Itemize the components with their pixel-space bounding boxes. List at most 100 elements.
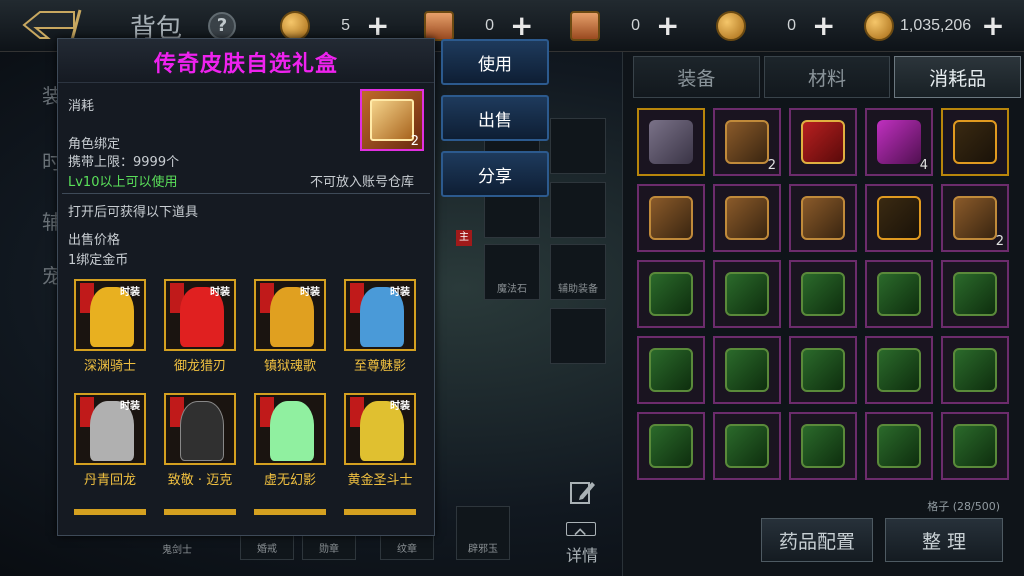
equip-slot[interactable] [550, 308, 606, 364]
currency-scroll: 0 + [424, 10, 533, 42]
inventory-slot[interactable]: 2 [713, 108, 781, 176]
reward-item[interactable]: 时装 镇狱魂歌 [252, 277, 328, 377]
reward-item[interactable]: 致敬 · 迈克 [162, 391, 238, 491]
inventory-slot[interactable] [789, 412, 857, 480]
divider [62, 193, 430, 194]
inventory-slot[interactable] [941, 412, 1009, 480]
reward-item[interactable]: 时装 丹青回龙 [72, 391, 148, 491]
tab-consumables[interactable]: 消耗品 [894, 56, 1022, 98]
inventory-slot[interactable]: 4 [865, 108, 933, 176]
inventory-slot[interactable] [713, 260, 781, 328]
hammer-icon [877, 120, 921, 164]
reward-item[interactable]: 虚无幻影 [252, 391, 328, 491]
left-tabs: 装 时 辅 宠 [0, 60, 62, 320]
skill-book-icon [725, 424, 769, 468]
reward-name: 黄金圣斗士 [347, 473, 413, 488]
inventory-slot[interactable] [865, 336, 933, 404]
reward-name: 深渊骑士 [83, 359, 136, 374]
inventory-slot[interactable] [865, 260, 933, 328]
chest-icon [801, 196, 845, 240]
inventory-slot[interactable] [637, 412, 705, 480]
currency-coin: 0 + [716, 10, 835, 42]
reward-name: 至尊魅影 [353, 359, 406, 374]
inventory-panel: 装备 材料 消耗品 2 4 2 格子 (28/500) 药品配置 整 理 [622, 52, 1024, 576]
left-tab-equip[interactable]: 装 [6, 80, 62, 120]
inventory-slot[interactable] [789, 336, 857, 404]
inventory-grid: 2 4 2 [637, 108, 1017, 480]
skin-box-icon [725, 120, 769, 164]
inventory-slot[interactable] [941, 260, 1009, 328]
inventory-slot[interactable] [713, 412, 781, 480]
left-tab-aux[interactable]: 辅 [6, 206, 62, 246]
equip-slot[interactable] [550, 118, 606, 174]
inventory-slot[interactable] [637, 184, 705, 252]
reward-item[interactable]: 时装 至尊魅影 [342, 277, 418, 377]
add-sack-button[interactable]: + [981, 12, 1004, 40]
equip-slot[interactable] [550, 182, 606, 238]
magic-stone-slot[interactable]: 魔法石 [484, 244, 540, 300]
inventory-slot[interactable] [713, 336, 781, 404]
reward-name: 丹青回龙 [83, 473, 136, 488]
inventory-slot[interactable] [941, 336, 1009, 404]
gold-sack-icon [864, 11, 894, 41]
left-tab-fashion[interactable]: 时 [6, 146, 62, 186]
left-tab-pet[interactable]: 宠 [6, 260, 62, 300]
chest-icon [725, 196, 769, 240]
skill-book-icon [725, 348, 769, 392]
currency-value: 5 [341, 17, 350, 34]
reward-row-partial [344, 509, 416, 515]
main-tag: 主 [456, 230, 472, 246]
inventory-slot[interactable] [789, 108, 857, 176]
reward-item[interactable]: 时装 黄金圣斗士 [342, 391, 418, 491]
reward-item[interactable]: 时装 御龙猎刃 [162, 277, 238, 377]
token-icon [570, 11, 600, 41]
details-label[interactable]: 详情 [560, 542, 604, 566]
inventory-slot[interactable] [637, 260, 705, 328]
inventory-slot[interactable] [865, 184, 933, 252]
inventory-slot[interactable] [789, 260, 857, 328]
inventory-slot[interactable] [713, 184, 781, 252]
reward-name: 御龙猎刃 [173, 359, 226, 374]
inventory-slot[interactable] [789, 184, 857, 252]
share-button[interactable]: 分享 [441, 151, 549, 197]
add-coin-button[interactable]: + [812, 12, 835, 40]
skill-book-icon [877, 272, 921, 316]
currency-sack: 1,035,206 + [864, 10, 1005, 42]
inventory-tabs: 装备 材料 消耗品 [633, 56, 1024, 98]
add-token-button[interactable]: + [656, 12, 679, 40]
tab-equipment[interactable]: 装备 [633, 56, 760, 98]
help-icon[interactable]: ? [208, 12, 236, 40]
sell-button[interactable]: 出售 [441, 95, 549, 141]
currency-token: 0 + [570, 10, 679, 42]
reward-name: 虚无幻影 [263, 473, 316, 488]
use-button[interactable]: 使用 [441, 39, 549, 85]
charm-slot[interactable]: 辟邪玉 [456, 506, 510, 560]
inventory-slot[interactable]: 2 [941, 184, 1009, 252]
add-gold-button[interactable]: + [366, 12, 389, 40]
gold-coin-icon [716, 11, 746, 41]
tab-materials[interactable]: 材料 [763, 56, 891, 98]
skill-book-icon [801, 424, 845, 468]
sort-button[interactable]: 整 理 [885, 518, 1003, 562]
inventory-slot[interactable] [941, 108, 1009, 176]
inventory-slot[interactable] [637, 336, 705, 404]
aux-equip-slot[interactable]: 辅助装备 [550, 244, 606, 300]
edit-icon[interactable] [568, 478, 596, 506]
currency-value: 0 [485, 17, 494, 34]
add-scroll-button[interactable]: + [510, 12, 533, 40]
level-requirement: Lv10以上可以使用 [68, 175, 178, 190]
chevron-up-icon[interactable] [566, 522, 596, 536]
potion-config-button[interactable]: 药品配置 [761, 518, 873, 562]
gift-box-icon [649, 120, 693, 164]
reward-name: 镇狱魂歌 [263, 359, 316, 374]
inventory-slot[interactable] [637, 108, 705, 176]
mystery-box-icon [953, 120, 997, 164]
reward-row-partial [164, 509, 236, 515]
scroll-icon [424, 11, 454, 41]
skill-book-icon [801, 272, 845, 316]
open-description: 打开后可获得以下道具 [68, 205, 199, 220]
costume-figure [180, 401, 224, 461]
reward-item[interactable]: 时装 深渊骑士 [72, 277, 148, 377]
inventory-slot[interactable] [865, 412, 933, 480]
gold-coin-icon [280, 11, 310, 41]
